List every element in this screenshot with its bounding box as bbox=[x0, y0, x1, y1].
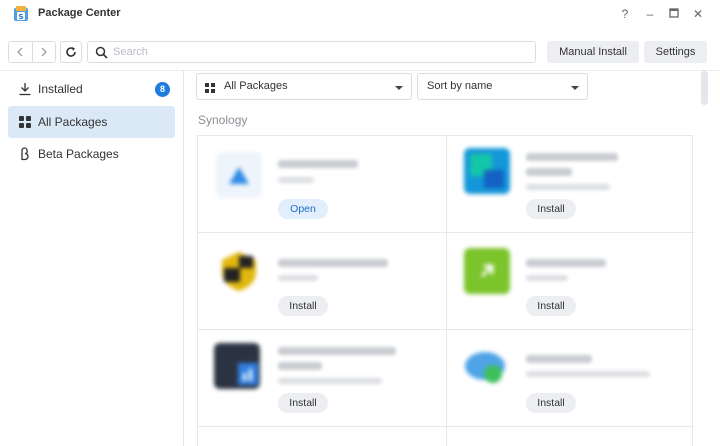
package-icon bbox=[216, 152, 262, 198]
chevron-right-icon bbox=[41, 47, 47, 57]
scrollbar[interactable] bbox=[701, 71, 708, 105]
package-icon bbox=[464, 248, 510, 294]
title-bar: S Package Center ? – ✕ bbox=[0, 0, 720, 30]
sidebar-item-label: Installed bbox=[38, 82, 83, 96]
grid-divider bbox=[446, 136, 447, 446]
open-button[interactable]: Open bbox=[278, 199, 328, 219]
sidebar-item-all-packages[interactable]: All Packages bbox=[8, 106, 175, 138]
grid-icon bbox=[205, 83, 215, 93]
category-value: All Packages bbox=[224, 80, 288, 92]
main-content: All Packages Sort by name Synology Open bbox=[185, 71, 720, 446]
sort-dropdown[interactable]: Sort by name bbox=[417, 73, 588, 100]
grid-divider bbox=[198, 329, 694, 330]
settings-button[interactable]: Settings bbox=[644, 41, 707, 63]
search-field[interactable] bbox=[87, 41, 536, 63]
install-button[interactable]: Install bbox=[526, 296, 576, 316]
package-grid: Open Install Install Install Install Ins… bbox=[197, 135, 694, 446]
navigation-group bbox=[8, 41, 56, 63]
install-button[interactable]: Install bbox=[278, 393, 328, 413]
back-button[interactable] bbox=[9, 42, 32, 62]
sidebar-item-beta-packages[interactable]: Beta Packages bbox=[8, 138, 175, 170]
grid-divider bbox=[198, 232, 694, 233]
refresh-button[interactable] bbox=[60, 41, 82, 63]
chevron-down-icon bbox=[395, 86, 403, 90]
beta-icon bbox=[21, 147, 29, 161]
package-icon bbox=[464, 148, 510, 194]
sidebar-item-label: Beta Packages bbox=[38, 147, 119, 161]
maximize-icon bbox=[669, 8, 679, 18]
minimize-button[interactable]: – bbox=[642, 6, 658, 22]
section-title: Synology bbox=[198, 113, 248, 127]
category-dropdown[interactable]: All Packages bbox=[196, 73, 412, 100]
window-title: Package Center bbox=[38, 7, 121, 19]
sidebar-item-label: All Packages bbox=[38, 115, 108, 129]
refresh-icon bbox=[66, 47, 76, 57]
chevron-down-icon bbox=[571, 86, 579, 90]
maximize-button[interactable] bbox=[666, 6, 682, 22]
forward-button[interactable] bbox=[31, 42, 56, 62]
close-button[interactable]: ✕ bbox=[690, 6, 706, 22]
sidebar: Installed 8 All Packages Beta Packages bbox=[0, 71, 184, 446]
package-center-logo-icon: S bbox=[14, 6, 28, 21]
svg-text:S: S bbox=[18, 13, 23, 21]
install-button[interactable]: Install bbox=[278, 296, 328, 316]
search-input[interactable] bbox=[113, 44, 523, 60]
search-icon bbox=[95, 46, 108, 59]
manual-install-button[interactable]: Manual Install bbox=[547, 41, 639, 63]
installed-count-badge: 8 bbox=[155, 82, 170, 97]
sort-value: Sort by name bbox=[427, 80, 493, 92]
grid-icon bbox=[19, 116, 31, 128]
package-icon bbox=[216, 248, 262, 294]
install-button[interactable]: Install bbox=[526, 393, 576, 413]
download-icon bbox=[19, 83, 31, 96]
grid-divider bbox=[198, 426, 694, 427]
sidebar-item-installed[interactable]: Installed 8 bbox=[8, 73, 175, 105]
help-button[interactable]: ? bbox=[617, 6, 633, 22]
install-button[interactable]: Install bbox=[526, 199, 576, 219]
chevron-left-icon bbox=[17, 47, 23, 57]
package-icon bbox=[462, 344, 508, 390]
package-icon bbox=[214, 343, 260, 389]
toolbar: Manual Install Settings bbox=[0, 38, 720, 68]
